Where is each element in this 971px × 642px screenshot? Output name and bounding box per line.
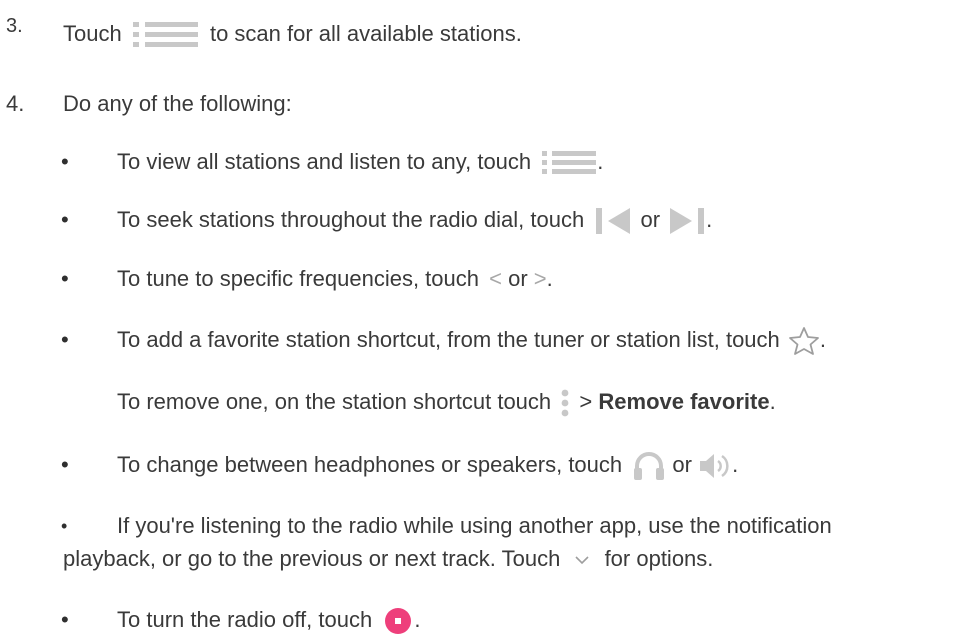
list-item-text: To add a favorite station shortcut, from… [117, 326, 826, 356]
step-text: Touch to scan for all available stations… [63, 18, 522, 52]
chevron-right-icon: > [533, 266, 547, 291]
step-text: Do any of the following: [63, 91, 292, 116]
bullet-dot: • [61, 207, 69, 232]
bullet-dot: • [61, 452, 69, 477]
bullet-dot: • [61, 516, 68, 536]
bullet-dot: • [61, 327, 69, 352]
seek-forward-icon [666, 206, 706, 236]
station-list-icon [541, 148, 597, 178]
headphones-icon [632, 451, 666, 481]
step-number: 4. [6, 91, 25, 116]
power-off-button-icon [382, 606, 414, 636]
bullet-dot: • [61, 149, 69, 174]
list-item-text: playback, or go to the previous or next … [63, 546, 714, 571]
list-item-text: To remove one, on the station shortcut t… [117, 388, 776, 418]
bullet-dot: • [61, 266, 69, 291]
seek-back-icon [594, 206, 634, 236]
list-item-text: To seek stations throughout the radio di… [117, 206, 712, 236]
speaker-icon [698, 451, 732, 481]
star-outline-icon [788, 326, 820, 356]
list-item-text: To turn the radio off, touch . [117, 606, 420, 636]
station-list-icon [132, 18, 200, 52]
list-item-text: To tune to specific frequencies, touch <… [117, 266, 553, 291]
chevron-left-icon: < [489, 266, 502, 291]
step-number: 3. [6, 15, 23, 37]
more-vert-icon [559, 388, 571, 418]
bullet-dot: • [61, 607, 69, 632]
list-item-text: To view all stations and listen to any, … [117, 148, 603, 178]
chevron-down-icon [572, 550, 592, 570]
step-text-after: to scan for all available stations. [209, 20, 522, 46]
list-item-text: If you're listening to the radio while u… [117, 513, 832, 538]
step-text-before: Touch [63, 20, 122, 46]
list-item-text: To change between headphones or speakers… [117, 451, 738, 481]
